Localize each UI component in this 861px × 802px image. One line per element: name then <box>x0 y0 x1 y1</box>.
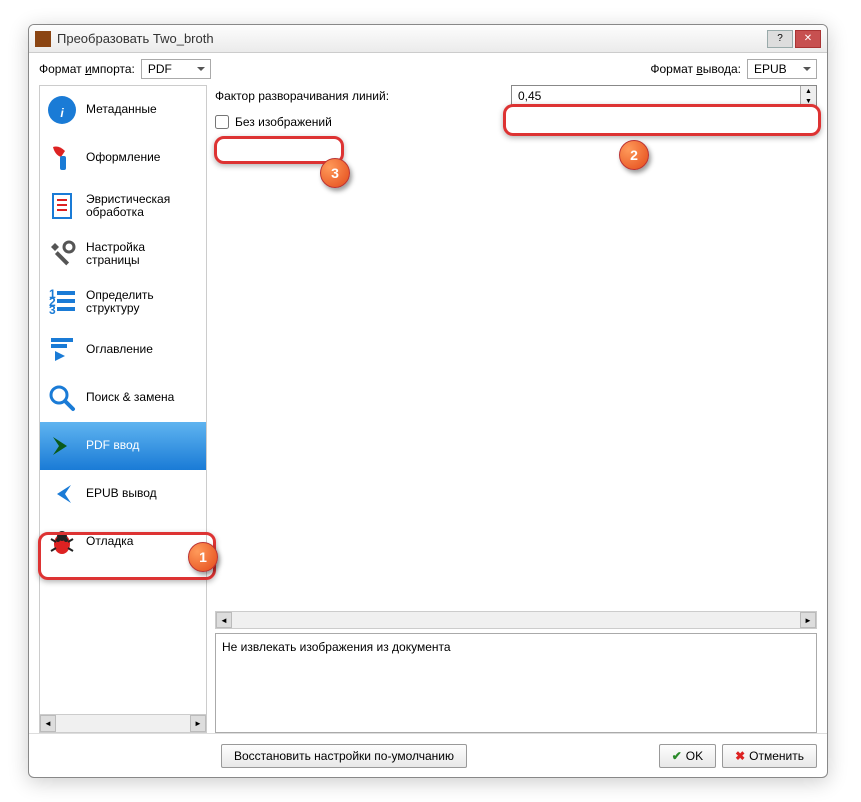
toc-icon <box>46 334 78 366</box>
list-icon: 123 <box>46 286 78 318</box>
main-panel: Фактор разворачивания линий: ▲ ▼ Без изо… <box>215 85 817 733</box>
scroll-left-icon[interactable]: ◄ <box>216 612 232 628</box>
cancel-button[interactable]: ✖Отменить <box>722 744 817 768</box>
dialog-window: Преобразовать Two_broth ? ✕ Формат импор… <box>28 24 828 778</box>
svg-text:3: 3 <box>49 303 56 317</box>
cancel-icon: ✖ <box>735 749 745 763</box>
no-images-checkbox[interactable] <box>215 115 229 129</box>
sidebar-item-epub-output[interactable]: EPUB вывод <box>40 470 206 518</box>
sidebar-item-debug[interactable]: Отладка <box>40 518 206 566</box>
no-images-label[interactable]: Без изображений <box>235 115 332 129</box>
check-icon: ✔ <box>672 749 682 763</box>
unwrap-factor-input[interactable] <box>512 89 800 103</box>
sidebar: i Метаданные Оформление Эвристическая об… <box>39 85 207 733</box>
search-icon <box>46 382 78 414</box>
scroll-right-icon[interactable]: ► <box>800 612 816 628</box>
sidebar-item-structure[interactable]: 123 Определить структуру <box>40 278 206 326</box>
info-icon: i <box>46 94 78 126</box>
sidebar-item-look[interactable]: Оформление <box>40 134 206 182</box>
arrow-left-icon <box>46 478 78 510</box>
sidebar-item-pdf-input[interactable]: PDF ввод <box>40 422 206 470</box>
titlebar: Преобразовать Two_broth ? ✕ <box>29 25 827 53</box>
sidebar-item-search[interactable]: Поиск & замена <box>40 374 206 422</box>
page-icon <box>46 190 78 222</box>
bug-icon <box>46 526 78 558</box>
spin-down-icon[interactable]: ▼ <box>801 96 816 106</box>
import-format-label: Формат импорта: <box>39 62 135 76</box>
restore-defaults-button[interactable]: Восстановить настройки по-умолчанию <box>221 744 467 768</box>
sidebar-item-metadata[interactable]: i Метаданные <box>40 86 206 134</box>
arrow-right-icon <box>46 430 78 462</box>
app-icon <box>35 31 51 47</box>
output-format-label: Формат вывода: <box>650 62 741 76</box>
unwrap-factor-label: Фактор разворачивания линий: <box>215 89 505 103</box>
sidebar-scrollbar[interactable]: ◄ ► <box>40 714 206 732</box>
spin-up-icon[interactable]: ▲ <box>801 86 816 96</box>
main-scrollbar[interactable]: ◄ ► <box>215 611 817 629</box>
close-button[interactable]: ✕ <box>795 30 821 48</box>
ok-button[interactable]: ✔OK <box>659 744 716 768</box>
sidebar-item-toc[interactable]: Оглавление <box>40 326 206 374</box>
output-format-select[interactable]: EPUB <box>747 59 817 79</box>
scroll-left-icon[interactable]: ◄ <box>40 715 56 732</box>
sidebar-item-heuristic[interactable]: Эвристическая обработка <box>40 182 206 230</box>
import-format-select[interactable]: PDF <box>141 59 211 79</box>
unwrap-factor-spin[interactable]: ▲ ▼ <box>511 85 817 107</box>
format-row: Формат импорта: PDF Формат вывода: EPUB <box>29 53 827 85</box>
window-title: Преобразовать Two_broth <box>57 31 767 46</box>
tools-icon <box>46 238 78 270</box>
brush-icon <box>46 142 78 174</box>
footer: Восстановить настройки по-умолчанию ✔OK … <box>29 733 827 777</box>
sidebar-item-pagesetup[interactable]: Настройка страницы <box>40 230 206 278</box>
description-box: Не извлекать изображения из документа <box>215 633 817 733</box>
scroll-right-icon[interactable]: ► <box>190 715 206 732</box>
help-button[interactable]: ? <box>767 30 793 48</box>
